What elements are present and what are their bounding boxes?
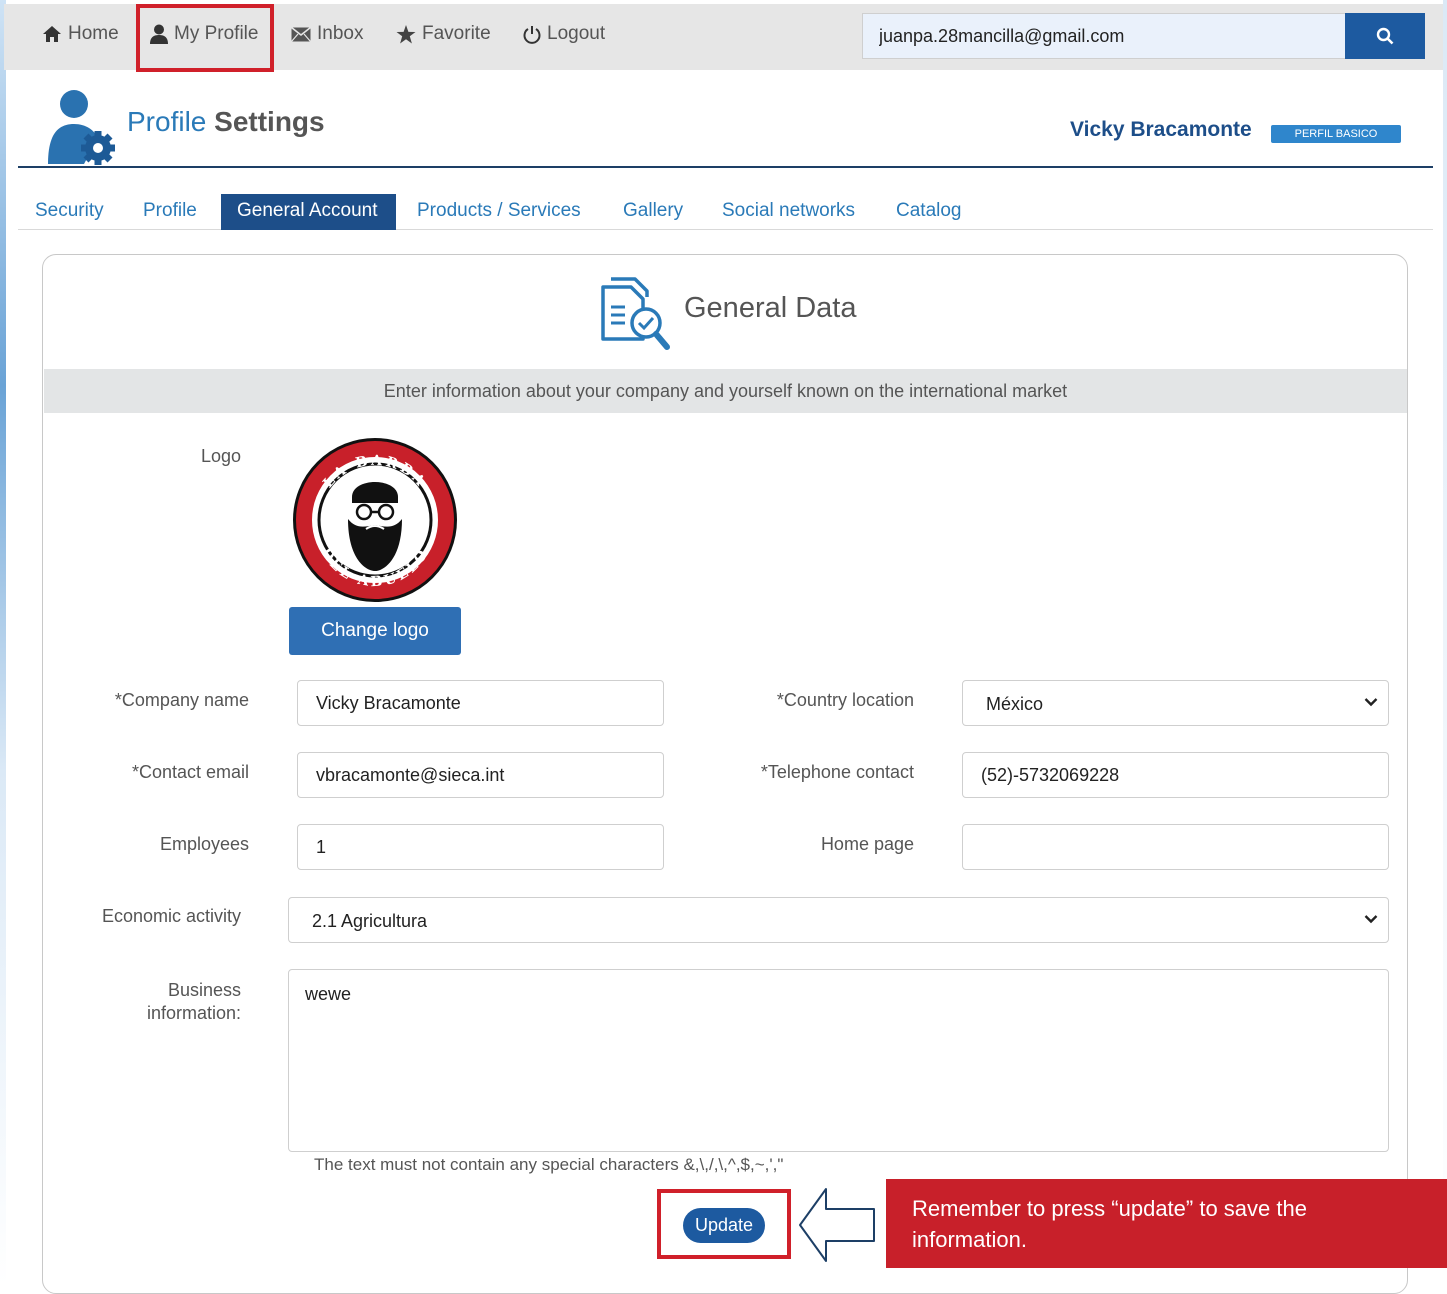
tab-general-account[interactable]: General Account — [221, 194, 396, 230]
business-info-textarea[interactable]: wewe — [288, 969, 1389, 1152]
envelope-icon — [291, 26, 311, 42]
update-reminder-callout: Remember to press “update” to save the i… — [886, 1179, 1447, 1268]
company-name-label: *Company name — [114, 690, 249, 710]
special-characters-hint: The text must not contain any special ch… — [314, 1155, 784, 1174]
page-title-part1: Profile — [127, 106, 207, 137]
nav-logout-label: Logout — [547, 23, 606, 44]
background-right-edge — [1443, 0, 1447, 1286]
contact-email-label: *Contact email — [131, 762, 249, 782]
search-input[interactable] — [862, 13, 1346, 59]
company-logo: LA BARBA DEL ABUELO — [293, 438, 457, 602]
business-info-label-line1: Business — [167, 980, 241, 1000]
country-select-value: México — [986, 694, 1044, 714]
header-divider — [18, 166, 1433, 168]
logo-label: Logo — [200, 446, 241, 466]
star-icon — [396, 24, 416, 43]
tab-products-services[interactable]: Products / Services — [401, 194, 597, 230]
country-label: *Country location — [776, 690, 914, 710]
nav-favorite[interactable]: Favorite — [396, 18, 491, 50]
home-icon — [43, 26, 61, 42]
country-select[interactable]: México — [962, 680, 1389, 726]
page-title: Profile Settings — [127, 106, 325, 138]
employees-label: Employees — [159, 834, 249, 854]
nav-logout[interactable]: Logout — [523, 18, 605, 50]
economic-activity-label: Economic activity — [101, 906, 241, 926]
business-info-label-line2: information: — [146, 1003, 241, 1023]
business-info-label: Business information: — [100, 979, 241, 1025]
tab-social-networks[interactable]: Social networks — [706, 194, 871, 230]
home-page-field[interactable] — [962, 824, 1389, 870]
change-logo-button[interactable]: Change logo — [289, 607, 461, 655]
nav-inbox[interactable]: Inbox — [291, 18, 363, 50]
tab-gallery[interactable]: Gallery — [607, 194, 699, 230]
search-icon — [1376, 27, 1394, 45]
search-button[interactable] — [1345, 13, 1425, 59]
nav-home[interactable]: Home — [42, 18, 119, 50]
nav-favorite-label: Favorite — [422, 23, 491, 44]
profile-level-badge: PERFIL BASICO — [1271, 125, 1401, 143]
economic-activity-value: 2.1 Agricultura — [312, 911, 428, 931]
info-text: Enter information about your company and… — [44, 369, 1407, 413]
my-profile-highlight-box — [136, 4, 274, 72]
nav-home-label: Home — [68, 23, 119, 44]
tab-security[interactable]: Security — [19, 194, 120, 230]
telephone-label: *Telephone contact — [760, 762, 914, 782]
home-page-label: Home page — [820, 834, 914, 854]
power-icon — [523, 25, 541, 44]
user-settings-icon — [48, 90, 115, 165]
card-title: General Data — [684, 292, 857, 324]
background-left-edge — [0, 0, 6, 1286]
chevron-down-icon — [1364, 915, 1378, 924]
nav-inbox-label: Inbox — [317, 23, 364, 44]
economic-activity-select[interactable]: 2.1 Agricultura — [288, 897, 1389, 943]
tab-profile[interactable]: Profile — [127, 194, 213, 230]
contact-email-field[interactable] — [297, 752, 664, 798]
update-button[interactable]: Update — [683, 1208, 765, 1243]
left-arrow-icon — [799, 1188, 875, 1262]
telephone-field[interactable] — [962, 752, 1389, 798]
employees-field[interactable] — [297, 824, 664, 870]
user-name: Vicky Bracamonte — [1070, 118, 1252, 141]
document-search-icon — [601, 277, 670, 350]
tab-catalog[interactable]: Catalog — [880, 194, 978, 230]
page-title-part2: Settings — [214, 106, 325, 137]
chevron-down-icon — [1364, 698, 1378, 707]
company-name-field[interactable] — [297, 680, 664, 726]
